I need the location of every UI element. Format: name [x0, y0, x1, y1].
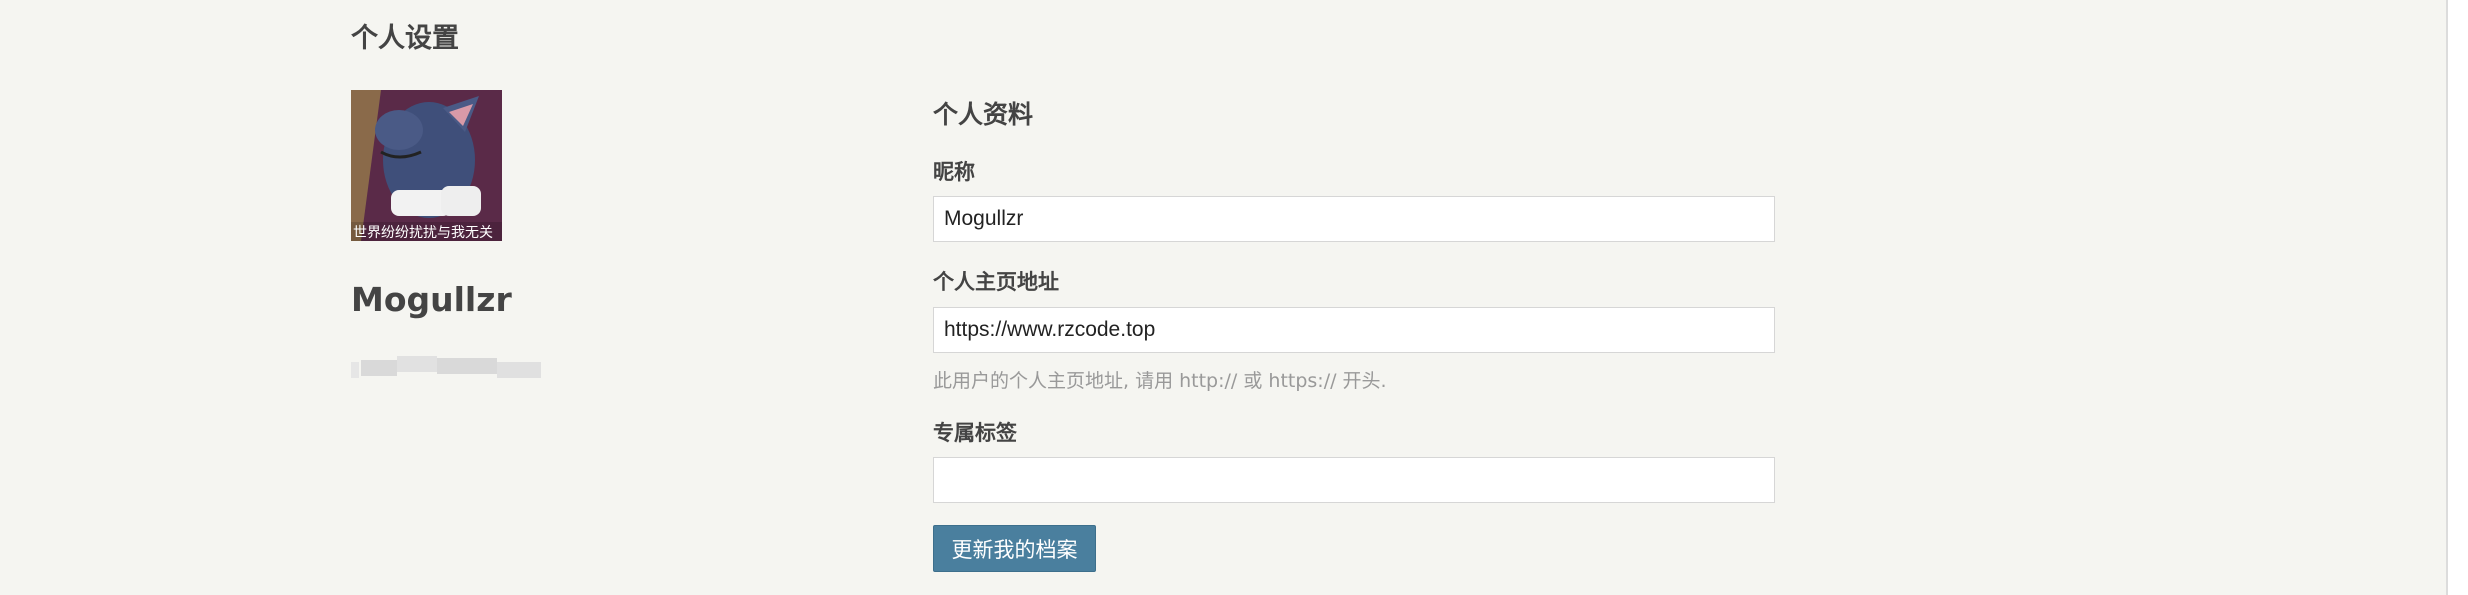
homepage-help-text: 此用户的个人主页地址, 请用 http:// 或 https:// 开头.	[933, 370, 1387, 392]
tag-label: 专属标签	[933, 421, 1017, 445]
tag-input[interactable]	[933, 457, 1775, 503]
avatar-caption: 世界纷纷扰扰与我无关	[353, 225, 493, 241]
page-title: 个人设置	[351, 23, 459, 54]
avatar-image: 世界纷纷扰扰与我无关	[351, 90, 502, 241]
redacted-bio	[351, 356, 541, 382]
homepage-input[interactable]	[933, 307, 1775, 353]
homepage-label: 个人主页地址	[933, 270, 1059, 294]
section-title: 个人资料	[933, 100, 1034, 129]
avatar: 世界纷纷扰扰与我无关	[351, 90, 502, 241]
update-profile-button[interactable]: 更新我的档案	[933, 525, 1096, 572]
nickname-input[interactable]	[933, 196, 1775, 242]
scrollbar-track[interactable]	[2446, 0, 2468, 595]
profile-name: Mogullzr	[351, 280, 512, 319]
nickname-label: 昵称	[933, 160, 975, 184]
